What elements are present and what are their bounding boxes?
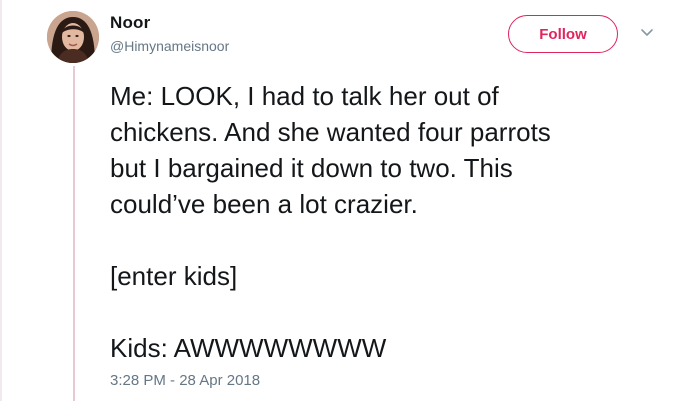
tweet-line: chickens. And she wanted four parrots xyxy=(110,117,551,147)
tweet-kids-line: Kids: AWWWWWWWW xyxy=(110,333,387,363)
avatar[interactable] xyxy=(47,11,99,63)
chevron-down-icon[interactable] xyxy=(640,28,654,38)
tweet-line: Me: LOOK, I had to talk her out of xyxy=(110,81,499,111)
display-name[interactable]: Noor xyxy=(110,13,150,33)
tweet-aside: [enter kids] xyxy=(110,261,238,291)
tweet-card: Noor @Himynameisnoor Follow Me: LOOK, I … xyxy=(0,0,700,401)
tweet-line: could’ve been a lot crazier. xyxy=(110,189,418,219)
avatar-photo-icon xyxy=(47,11,99,63)
tweet-text: Me: LOOK, I had to talk her out of chick… xyxy=(110,78,690,366)
tweet-timestamp[interactable]: 3:28 PM - 28 Apr 2018 xyxy=(110,372,260,389)
thread-line xyxy=(73,66,75,401)
follow-button[interactable]: Follow xyxy=(508,15,618,53)
user-handle[interactable]: @Himynameisnoor xyxy=(110,38,229,54)
left-edge-divider xyxy=(0,0,2,401)
tweet-line: but I bargained it down to two. This xyxy=(110,153,513,183)
